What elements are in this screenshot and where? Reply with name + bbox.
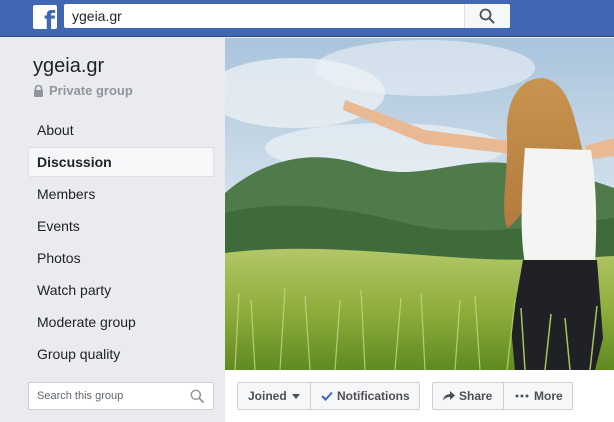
lock-icon bbox=[34, 85, 43, 97]
share-arrow-icon bbox=[443, 391, 455, 401]
caret-down-icon bbox=[292, 394, 300, 399]
group-search-input[interactable] bbox=[29, 383, 179, 409]
joined-label: Joined bbox=[248, 389, 287, 403]
cover-photo[interactable] bbox=[225, 38, 614, 370]
group-name[interactable]: ygeia.gr bbox=[33, 55, 104, 78]
top-bar: f bbox=[0, 0, 614, 37]
search-icon[interactable] bbox=[190, 389, 204, 403]
sidebar-item-watch-party[interactable]: Watch party bbox=[28, 275, 214, 305]
search-icon bbox=[479, 8, 495, 24]
global-search-box bbox=[64, 4, 510, 28]
notifications-label: Notifications bbox=[337, 389, 410, 403]
sidebar-item-events[interactable]: Events bbox=[28, 211, 214, 241]
sidebar-item-discussion[interactable]: Discussion bbox=[28, 147, 214, 177]
sidebar-item-photos[interactable]: Photos bbox=[28, 243, 214, 273]
sidebar-item-moderate-group[interactable]: Moderate group bbox=[28, 307, 214, 337]
sidebar-item-about[interactable]: About bbox=[28, 115, 214, 145]
more-dots-icon bbox=[515, 394, 529, 398]
joined-button[interactable]: Joined bbox=[237, 382, 311, 410]
facebook-logo-icon[interactable]: f bbox=[33, 5, 57, 29]
more-label: More bbox=[534, 389, 563, 403]
share-label: Share bbox=[459, 389, 493, 403]
global-search-input[interactable] bbox=[64, 4, 464, 28]
sidebar-item-group-quality[interactable]: Group quality bbox=[28, 339, 214, 369]
cover-photo-image bbox=[225, 38, 614, 370]
group-action-bar: Joined Notifications Share More bbox=[225, 370, 614, 422]
more-button[interactable]: More bbox=[503, 382, 573, 410]
group-search-box bbox=[28, 382, 214, 410]
group-privacy-label: Private group bbox=[49, 83, 133, 98]
share-button[interactable]: Share bbox=[432, 382, 504, 410]
facebook-logo-letter: f bbox=[44, 6, 55, 29]
search-button[interactable] bbox=[464, 4, 510, 28]
notifications-button[interactable]: Notifications bbox=[310, 382, 420, 410]
sidebar-item-members[interactable]: Members bbox=[28, 179, 214, 209]
group-sidebar: ygeia.gr Private group About Discussion … bbox=[0, 37, 225, 422]
checkmark-icon bbox=[321, 391, 333, 401]
